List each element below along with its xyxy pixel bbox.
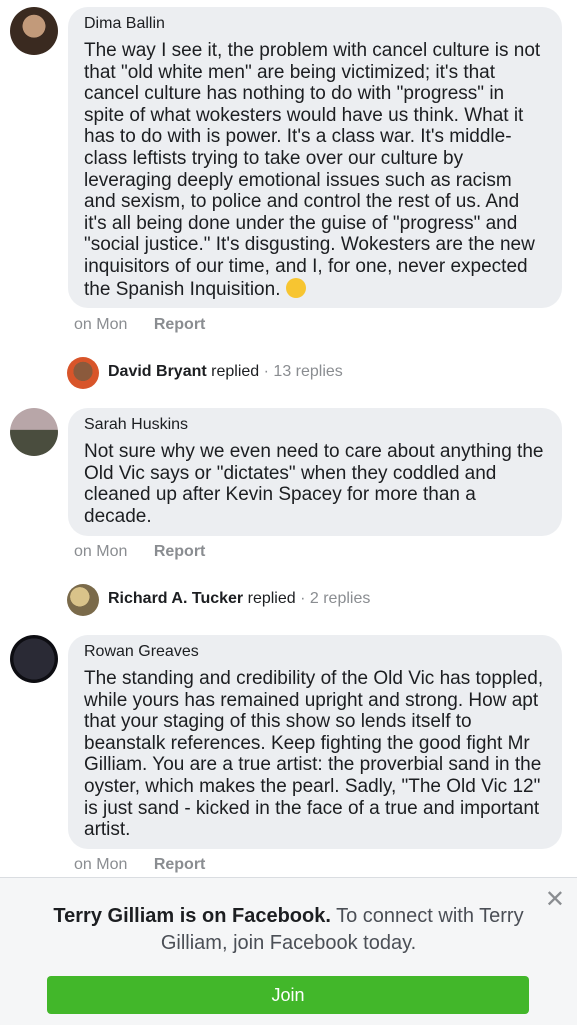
comment-meta: on Mon Report — [74, 316, 227, 334]
reply-text: Richard A. Tucker replied · 2 replies — [108, 590, 370, 608]
comment-time[interactable]: on Mon — [74, 543, 127, 560]
reply-author[interactable]: David Bryant — [108, 363, 207, 380]
report-link[interactable]: Report — [154, 856, 206, 873]
wink-emoji-icon — [285, 277, 306, 298]
report-link[interactable]: Report — [154, 543, 206, 560]
avatar[interactable] — [10, 7, 58, 55]
close-icon[interactable]: ✕ — [545, 888, 565, 912]
comment-meta: on Mon Report — [74, 856, 227, 874]
reply-count[interactable]: 13 replies — [273, 363, 342, 380]
reply-author[interactable]: Richard A. Tucker — [108, 590, 243, 607]
comment-bubble: Rowan Greaves The standing and credibili… — [68, 635, 562, 849]
comment-bubble: Sarah Huskins Not sure why we even need … — [68, 408, 562, 536]
reply-verb: replied — [247, 590, 296, 607]
reply-verb: replied — [211, 363, 260, 380]
reply-dot: · — [263, 363, 269, 380]
comment-time[interactable]: on Mon — [74, 856, 127, 873]
comment-text: The way I see it, the problem with cance… — [84, 40, 546, 300]
banner-message: Terry Gilliam is on Facebook. To connect… — [40, 903, 537, 957]
comment-meta: on Mon Report — [74, 543, 227, 561]
comment-author[interactable]: Sarah Huskins — [84, 415, 546, 435]
banner-bold: Terry Gilliam is on Facebook. — [53, 905, 331, 927]
reply-count[interactable]: 2 replies — [310, 590, 370, 607]
comment-bubble: Dima Ballin The way I see it, the proble… — [68, 7, 562, 308]
comment-author[interactable]: Dima Ballin — [84, 14, 546, 34]
comment-text: Not sure why we even need to care about … — [84, 441, 544, 527]
avatar — [67, 584, 99, 616]
join-button[interactable]: Join — [47, 976, 529, 1014]
join-banner: ✕ Terry Gilliam is on Facebook. To conne… — [0, 877, 577, 1025]
avatar — [67, 357, 99, 389]
reply-text: David Bryant replied · 13 replies — [108, 363, 343, 381]
avatar[interactable] — [10, 635, 58, 683]
reply-dot: · — [300, 590, 306, 607]
comment-author[interactable]: Rowan Greaves — [84, 642, 546, 662]
comment-body: The way I see it, the problem with cance… — [84, 40, 541, 300]
report-link[interactable]: Report — [154, 316, 206, 333]
comment-text: The standing and credibility of the Old … — [84, 668, 544, 841]
avatar[interactable] — [10, 408, 58, 456]
comment-time[interactable]: on Mon — [74, 316, 127, 333]
